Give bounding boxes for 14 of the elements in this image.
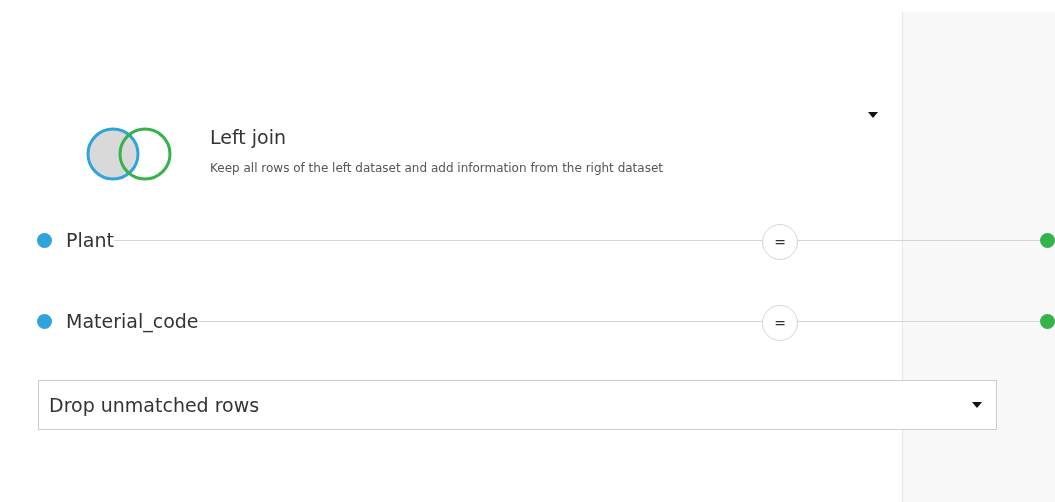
left-column-label: Plant xyxy=(66,229,114,251)
operator-button[interactable]: = xyxy=(762,224,798,260)
right-column-dot xyxy=(1040,232,1055,248)
join-type-title: Left join xyxy=(210,126,287,148)
join-type-description: Keep all rows of the left dataset and add information from the right dataset xyxy=(210,161,663,175)
left-column-dot xyxy=(37,313,52,329)
caret-icon xyxy=(868,112,878,118)
left-column-dot xyxy=(37,232,52,248)
left-column-label: Material_code xyxy=(66,310,199,332)
caret-icon xyxy=(972,402,982,408)
join-type-selector[interactable]: Left join Keep all rows of the left dataset and add information from the right dataset xyxy=(85,98,880,182)
right-column-dot xyxy=(1040,313,1055,329)
operator-button[interactable]: = xyxy=(762,305,798,341)
unmatched-rows-dropdown[interactable]: Drop unmatched rows xyxy=(38,380,997,430)
